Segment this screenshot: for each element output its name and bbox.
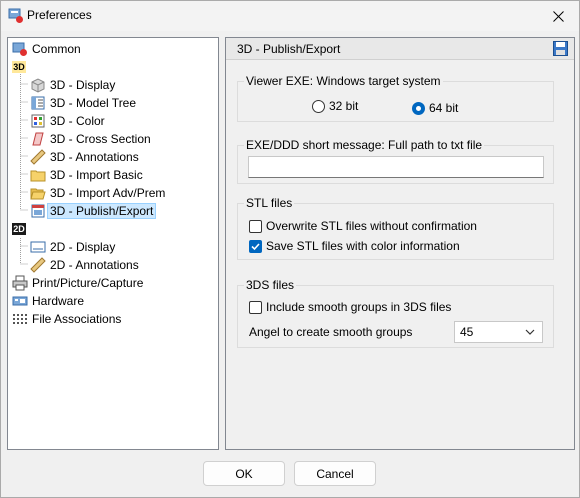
tree-group-2d[interactable]: 2D <box>12 220 26 238</box>
tree-item-print-picture-capture[interactable]: Print/Picture/Capture <box>12 274 143 292</box>
panel-title: 3D - Publish/Export <box>237 42 341 56</box>
checkbox-box-checked <box>249 239 262 253</box>
color-palette-icon <box>30 113 46 129</box>
save-icon[interactable] <box>553 41 568 56</box>
3d-group-icon: 3D <box>12 61 26 73</box>
cancel-label: Cancel <box>316 466 354 481</box>
radio-button-selected <box>412 101 425 115</box>
tree-item-common[interactable]: Common <box>12 40 81 58</box>
2d-group-icon: 2D <box>12 223 26 235</box>
tree-item-label: File Associations <box>32 312 122 326</box>
checkbox-box <box>249 219 262 233</box>
panel-header: 3D - Publish/Export <box>226 38 574 60</box>
checkbox-label: Overwrite STL files without confirmation <box>266 219 477 233</box>
folder-open-icon <box>30 185 46 201</box>
ruler-icon <box>30 149 46 165</box>
window-title: Preferences <box>27 8 92 22</box>
ok-button[interactable]: OK <box>203 461 285 486</box>
cancel-button[interactable]: Cancel <box>294 461 376 486</box>
tree-item-label: Print/Picture/Capture <box>32 276 144 290</box>
tree-item-3d-cross-section[interactable]: 3D - Cross Section <box>30 130 151 148</box>
smooth-angle-label: Angel to create smooth groups <box>249 325 412 339</box>
tree-item-label: 3D - Import Adv/Prem <box>50 186 166 200</box>
radio-button <box>312 99 325 113</box>
tree-item-label: 2D - Display <box>50 240 116 254</box>
tree-item-hardware[interactable]: Hardware <box>12 292 84 310</box>
folder-icon <box>30 167 46 183</box>
ok-label: OK <box>235 466 253 481</box>
radio-64bit[interactable]: 64 bit <box>412 101 458 115</box>
radio-label: 32 bit <box>329 99 359 113</box>
settings-panel: 3D - Publish/Export Viewer EXE: Windows … <box>225 37 575 450</box>
model-tree-icon <box>30 95 46 111</box>
hardware-icon <box>12 293 28 309</box>
group-legend: Viewer EXE: Windows target system <box>246 74 441 88</box>
group-legend: 3DS files <box>246 278 295 292</box>
tree-item-3d-display[interactable]: 3D - Display <box>30 76 115 94</box>
tree-item-label: 3D - Import Basic <box>50 168 143 182</box>
checkbox-label: Include smooth groups in 3DS files <box>266 300 452 314</box>
title-bar: Preferences <box>1 1 579 31</box>
tree-item-2d-annotations[interactable]: 2D - Annotations <box>30 256 139 274</box>
close-icon <box>552 10 564 22</box>
viewer-exe-group: Viewer EXE: Windows target system <box>237 74 554 122</box>
tree-item-3d-import-basic[interactable]: 3D - Import Basic <box>30 166 143 184</box>
group-legend: EXE/DDD short message: Full path to txt … <box>246 138 483 152</box>
overwrite-stl-checkbox[interactable]: Overwrite STL files without confirmation <box>249 219 477 233</box>
tree-group-3d[interactable]: 3D <box>12 58 26 76</box>
include-smooth-groups-checkbox[interactable]: Include smooth groups in 3DS files <box>249 300 451 314</box>
checkbox-label: Save STL files with color information <box>266 239 460 253</box>
chevron-down-icon <box>525 329 535 335</box>
radio-label: 64 bit <box>429 101 459 115</box>
common-settings-icon <box>12 41 28 57</box>
tree-item-label: 3D - Cross Section <box>50 132 151 146</box>
ruler-icon <box>30 257 46 273</box>
close-button[interactable] <box>537 1 579 31</box>
tree-item-label: 3D - Color <box>50 114 105 128</box>
radio-32bit[interactable]: 32 bit <box>312 99 358 113</box>
dropdown-value: 45 <box>460 325 474 339</box>
tree-item-label: Hardware <box>32 294 85 308</box>
cube-icon <box>30 77 46 93</box>
tree-item-label: 3D - Display <box>50 78 116 92</box>
display-icon <box>30 239 46 255</box>
tree-item-3d-color[interactable]: 3D - Color <box>30 112 105 130</box>
tree-item-3d-import-adv[interactable]: 3D - Import Adv/Prem <box>30 184 165 202</box>
tree-item-file-associations[interactable]: File Associations <box>12 310 121 328</box>
preferences-window: Preferences Common 3D 3D - Display 3D - … <box>0 0 580 498</box>
group-legend: STL files <box>246 196 293 210</box>
printer-icon <box>12 275 28 291</box>
tree-item-3d-model-tree[interactable]: 3D - Model Tree <box>30 94 136 112</box>
angle-label-text: Angel to create smooth groups <box>249 325 413 339</box>
preferences-tree: Common 3D 3D - Display 3D - Model Tree 3… <box>7 37 219 450</box>
tree-item-label: 3D - Annotations <box>50 150 139 164</box>
tree-item-3d-annotations[interactable]: 3D - Annotations <box>30 148 139 166</box>
checkbox-box <box>249 300 262 314</box>
tree-item-2d-display[interactable]: 2D - Display <box>30 238 115 256</box>
smooth-angle-dropdown[interactable]: 45 <box>454 321 543 343</box>
tree-item-label: 3D - Model Tree <box>50 96 137 110</box>
tree-item-3d-publish-export[interactable]: 3D - Publish/Export <box>30 202 157 220</box>
message-path-input[interactable] <box>248 156 544 178</box>
checkmark-icon <box>251 242 260 250</box>
preferences-app-icon <box>8 8 24 24</box>
tree-item-label: 2D - Annotations <box>50 258 139 272</box>
tree-item-label: Common <box>32 42 81 56</box>
file-associations-icon <box>12 311 28 327</box>
cross-section-icon <box>30 131 46 147</box>
save-stl-color-checkbox[interactable]: Save STL files with color information <box>249 239 460 253</box>
publish-export-icon <box>30 203 46 219</box>
tree-item-label: 3D - Publish/Export <box>47 203 157 219</box>
